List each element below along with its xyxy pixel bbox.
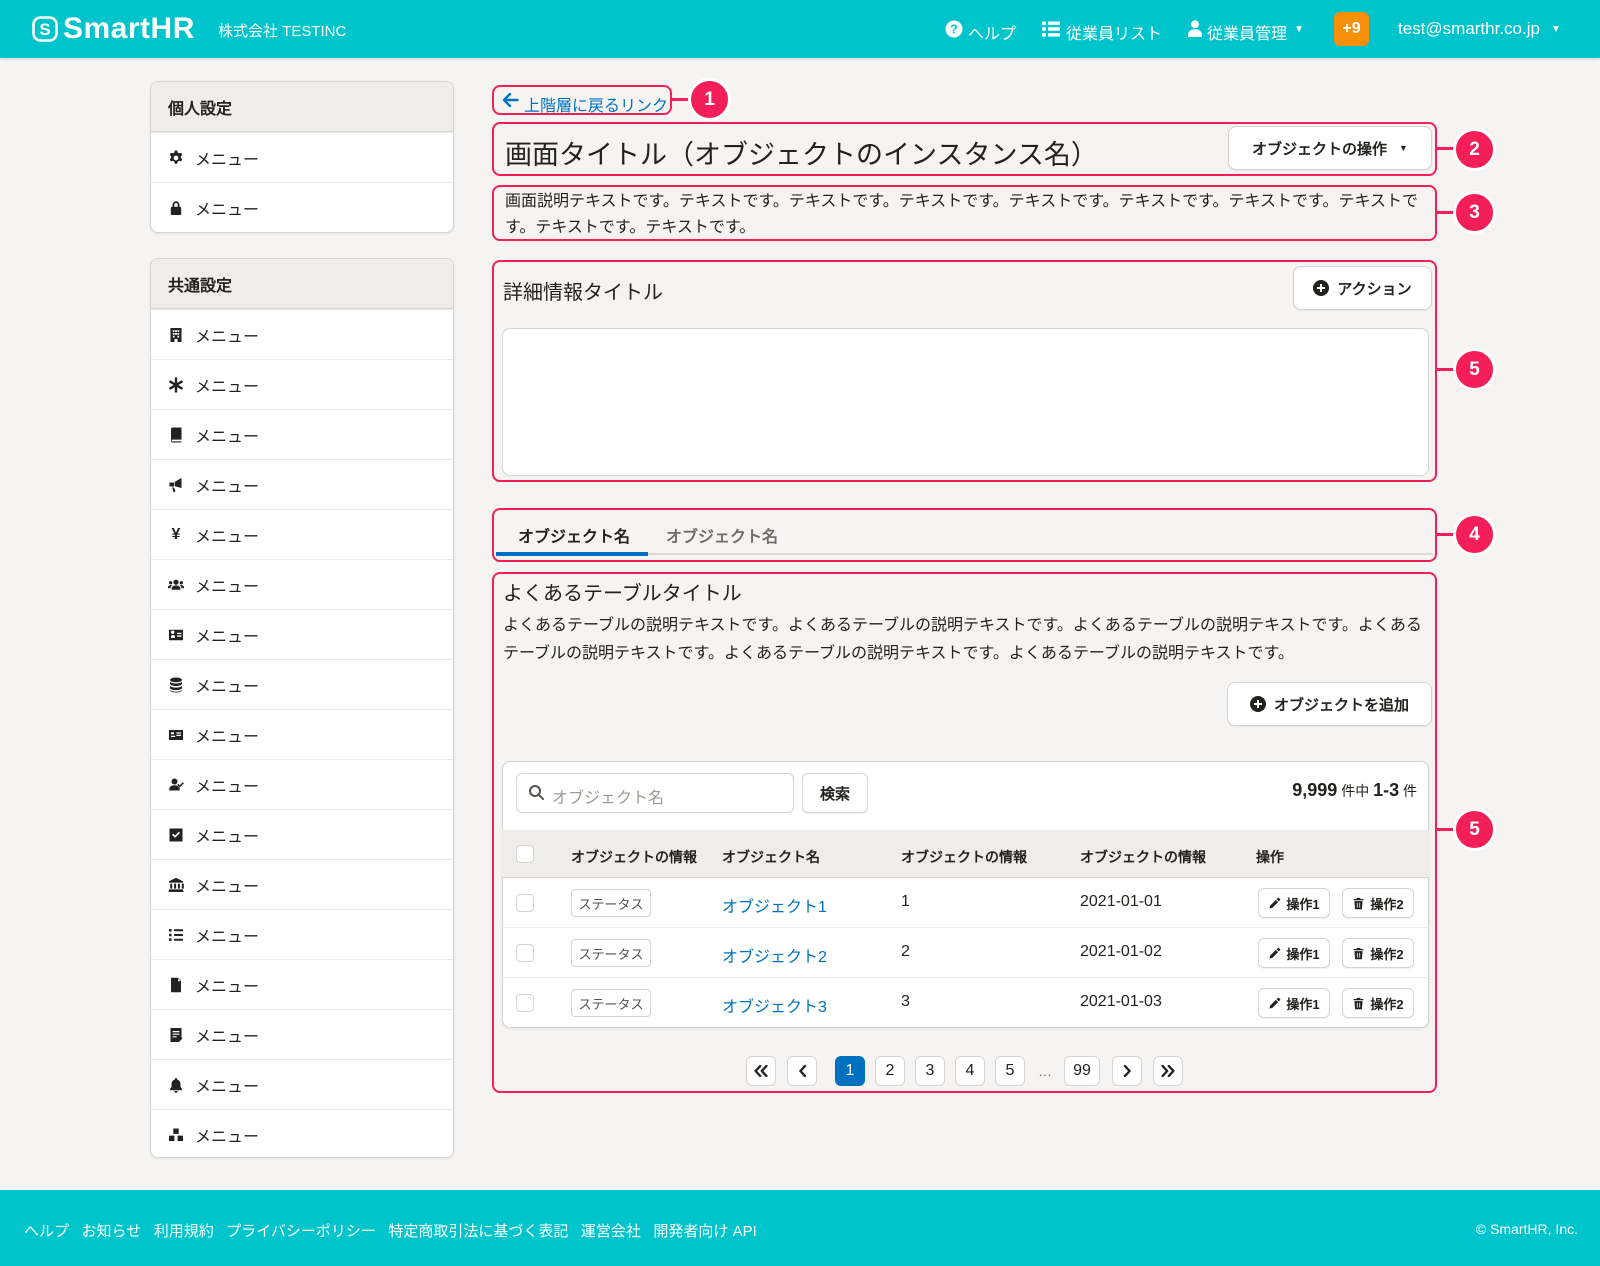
svg-text:?: ? xyxy=(950,23,958,37)
svg-text:S: S xyxy=(39,20,50,39)
